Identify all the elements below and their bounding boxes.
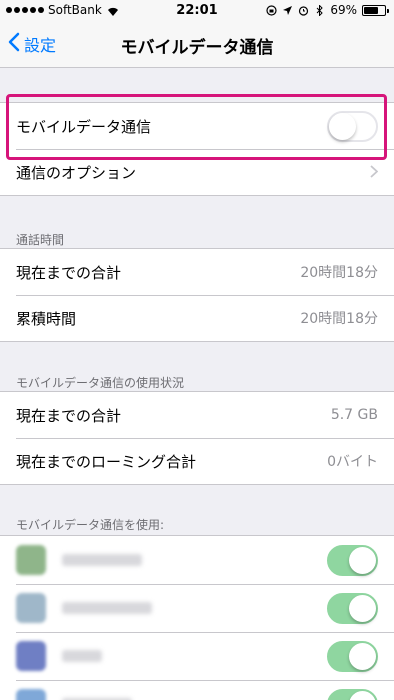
- usage-row: 現在までのローミング合計 0バイト: [0, 438, 394, 484]
- call-time-group: 現在までの合計 20時間18分 累積時間 20時間18分: [0, 248, 394, 342]
- rotation-lock-icon: [266, 4, 277, 16]
- app-row: [0, 632, 394, 680]
- location-icon: [282, 5, 293, 16]
- call-time-row: 累積時間 20時間18分: [0, 295, 394, 341]
- usage-row-value: 5.7 GB: [330, 407, 378, 423]
- call-time-row-label: 累積時間: [16, 309, 77, 328]
- status-bar: SoftBank 22:01 69%: [0, 0, 394, 20]
- blurred-app-icon: [16, 641, 46, 671]
- blurred-app-icon: [16, 593, 46, 623]
- usage-row: 現在までの合計 5.7 GB: [0, 392, 394, 438]
- blurred-app-icon: [16, 689, 46, 700]
- apps-group: [0, 535, 394, 700]
- options-label: 通信のオプション: [16, 163, 137, 182]
- mobile-data-group: モバイルデータ通信 通信のオプション: [0, 102, 394, 196]
- chevron-right-icon: [370, 162, 379, 183]
- call-time-row: 現在までの合計 20時間18分: [0, 249, 394, 295]
- toggle-knob: [329, 112, 356, 140]
- bluetooth-icon: [314, 3, 325, 17]
- toggle-knob: [349, 594, 376, 622]
- mobile-data-label: モバイルデータ通信: [16, 117, 152, 136]
- app-data-toggle[interactable]: [327, 592, 378, 624]
- battery-icon: [362, 4, 389, 16]
- app-row: [0, 584, 394, 632]
- options-cell[interactable]: 通信のオプション: [0, 149, 394, 195]
- call-time-row-value: 20時間18分: [300, 265, 378, 281]
- usage-header: モバイルデータ通信の使用状況: [16, 376, 185, 390]
- call-time-header: 通話時間: [16, 233, 65, 247]
- app-row: [0, 680, 394, 700]
- battery-percent: 69%: [330, 3, 357, 17]
- toggle-knob: [349, 546, 376, 574]
- toggle-knob: [349, 690, 376, 700]
- blurred-app-name: [62, 650, 102, 662]
- usage-group: 現在までの合計 5.7 GB 現在までのローミング合計 0バイト: [0, 391, 394, 485]
- mobile-data-cell: モバイルデータ通信: [0, 103, 394, 149]
- page-title: モバイルデータ通信: [120, 38, 274, 58]
- apps-header: モバイルデータ通信を使用:: [16, 518, 165, 532]
- blurred-app-icon: [16, 545, 46, 575]
- call-time-row-value: 20時間18分: [300, 311, 378, 327]
- usage-row-label: 現在までの合計: [16, 406, 122, 425]
- app-row: [0, 536, 394, 584]
- blurred-app-name: [62, 554, 142, 566]
- toggle-knob: [349, 642, 376, 670]
- app-data-toggle[interactable]: [327, 640, 378, 672]
- status-right: 69%: [266, 3, 389, 17]
- blurred-app-name: [62, 602, 152, 614]
- app-data-toggle[interactable]: [327, 544, 378, 576]
- alarm-icon: [298, 5, 309, 16]
- usage-row-value: 0バイト: [327, 454, 378, 470]
- usage-row-label: 現在までのローミング合計: [16, 452, 197, 471]
- mobile-data-toggle[interactable]: [327, 110, 378, 142]
- navigation-bar: 設定 モバイルデータ通信: [0, 20, 394, 68]
- app-data-toggle[interactable]: [327, 688, 378, 700]
- call-time-row-label: 現在までの合計: [16, 263, 122, 282]
